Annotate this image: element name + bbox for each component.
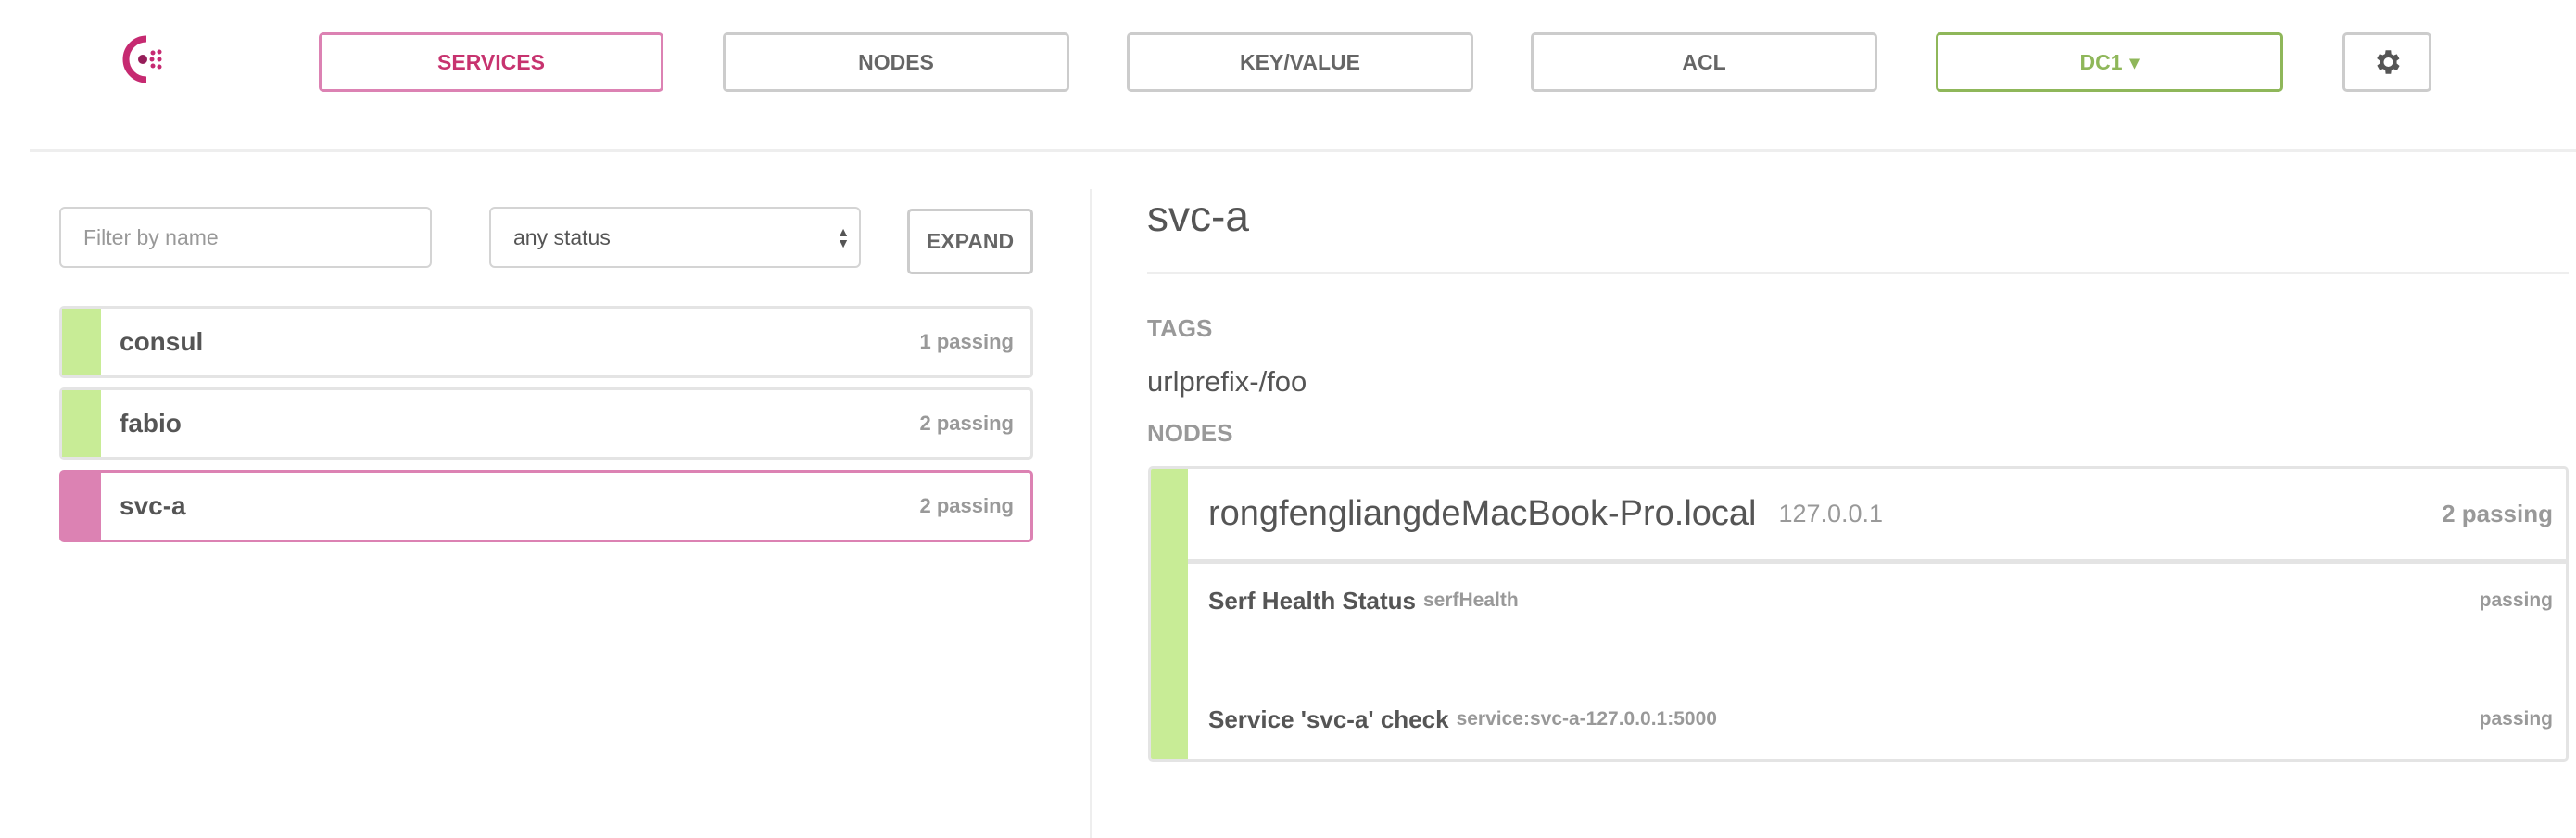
service-status: 2 passing [919, 494, 1014, 517]
datacenter-label: DC1 [2079, 49, 2123, 74]
nav-key-value[interactable]: KEY/VALUE [1127, 32, 1473, 92]
select-arrows-icon: ▲ ▼ [837, 224, 850, 250]
panel-divider [1090, 189, 1092, 838]
service-name: fabio [120, 409, 182, 438]
nav-services[interactable]: SERVICES [319, 32, 663, 92]
status-select[interactable]: any status ▲ ▼ [489, 207, 861, 268]
datacenter-dropdown[interactable]: DC1 ▾ [1936, 32, 2283, 92]
node-status: 2 passing [2442, 500, 2553, 527]
filter-by-name-input[interactable]: Filter by name [59, 207, 432, 268]
check-name: Serf Health Status [1208, 586, 1416, 615]
status-bar [62, 309, 101, 375]
service-item-consul[interactable]: consul 1 passing [59, 306, 1033, 378]
check-id: service:svc-a-127.0.0.1:5000 [1456, 708, 1717, 730]
nav-acl[interactable]: ACL [1531, 32, 1877, 92]
service-status: 1 passing [919, 330, 1014, 353]
gear-icon [2377, 50, 2400, 74]
settings-button[interactable] [2342, 32, 2431, 92]
status-select-value: any status [513, 224, 611, 249]
service-title: svc-a [1147, 192, 1249, 240]
service-name: svc-a [120, 491, 186, 520]
tags-label: TAGS [1147, 314, 1213, 342]
service-item-svc-a[interactable]: svc-a 2 passing [59, 470, 1033, 542]
check-row: Service 'svc-a' check service:svc-a-127.… [1188, 699, 2566, 740]
node-panel: rongfengliangdeMacBook-Pro.local 127.0.0… [1148, 466, 2569, 762]
check-name: Service 'svc-a' check [1208, 705, 1449, 733]
status-bar [62, 390, 101, 457]
node-header[interactable]: rongfengliangdeMacBook-Pro.local 127.0.0… [1188, 469, 2566, 564]
caret-down-icon: ▾ [2129, 52, 2140, 73]
consul-logo[interactable] [115, 33, 174, 85]
service-status: 2 passing [919, 412, 1014, 435]
title-divider [1147, 272, 2569, 274]
nav-nodes[interactable]: NODES [723, 32, 1069, 92]
status-bar [62, 473, 101, 540]
node-address: 127.0.0.1 [1778, 500, 1884, 527]
service-name: consul [120, 327, 204, 356]
tag: urlprefix-/foo [1147, 365, 1307, 398]
check-id: serfHealth [1422, 590, 1519, 611]
check-status: passing [2479, 708, 2553, 730]
service-item-fabio[interactable]: fabio 2 passing [59, 387, 1033, 460]
check-row: Serf Health Status serfHealth passing [1188, 580, 2566, 621]
header-divider [30, 149, 2576, 152]
node-name: rongfengliangdeMacBook-Pro.local [1208, 494, 1757, 533]
node-status-bar [1151, 469, 1188, 759]
check-status: passing [2479, 590, 2553, 611]
nodes-label: NODES [1147, 419, 1233, 447]
expand-button[interactable]: EXPAND [907, 209, 1033, 274]
